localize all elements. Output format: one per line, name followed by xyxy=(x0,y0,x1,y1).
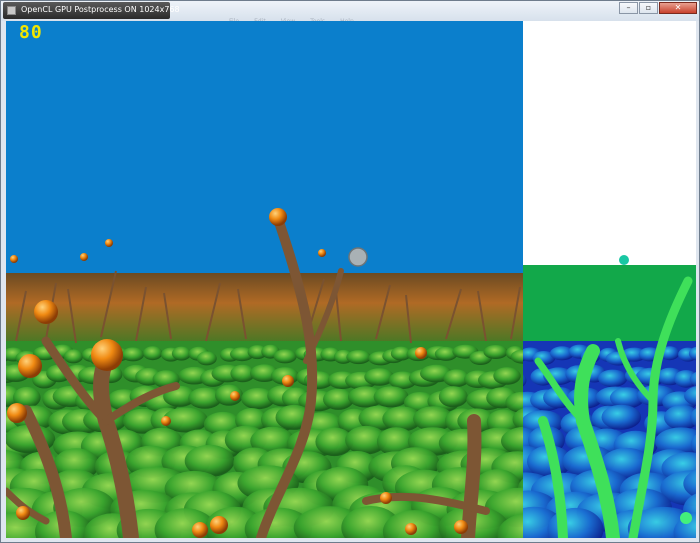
fps-counter: 80 xyxy=(19,22,43,43)
minimize-icon: – xyxy=(626,3,631,12)
scene-render xyxy=(6,21,523,538)
title-bar[interactable]: OpenCL GPU Postprocess ON 1024x768 File … xyxy=(1,1,699,25)
application-window: OpenCL GPU Postprocess ON 1024x768 File … xyxy=(0,0,700,543)
maximize-button[interactable]: ▫ xyxy=(639,2,658,14)
postprocess-render xyxy=(523,21,696,538)
ground-bumps xyxy=(6,344,523,538)
minimize-button[interactable]: – xyxy=(619,2,638,14)
app-icon xyxy=(7,6,16,15)
window-controls: – ▫ ✕ xyxy=(618,2,697,16)
close-icon: ✕ xyxy=(674,3,682,12)
render-viewport[interactable] xyxy=(6,21,696,538)
window-title: OpenCL GPU Postprocess ON 1024x768 xyxy=(21,5,180,14)
close-button[interactable]: ✕ xyxy=(659,2,697,14)
maximize-icon: ▫ xyxy=(645,3,652,12)
title-chip: OpenCL GPU Postprocess ON 1024x768 xyxy=(3,2,180,19)
